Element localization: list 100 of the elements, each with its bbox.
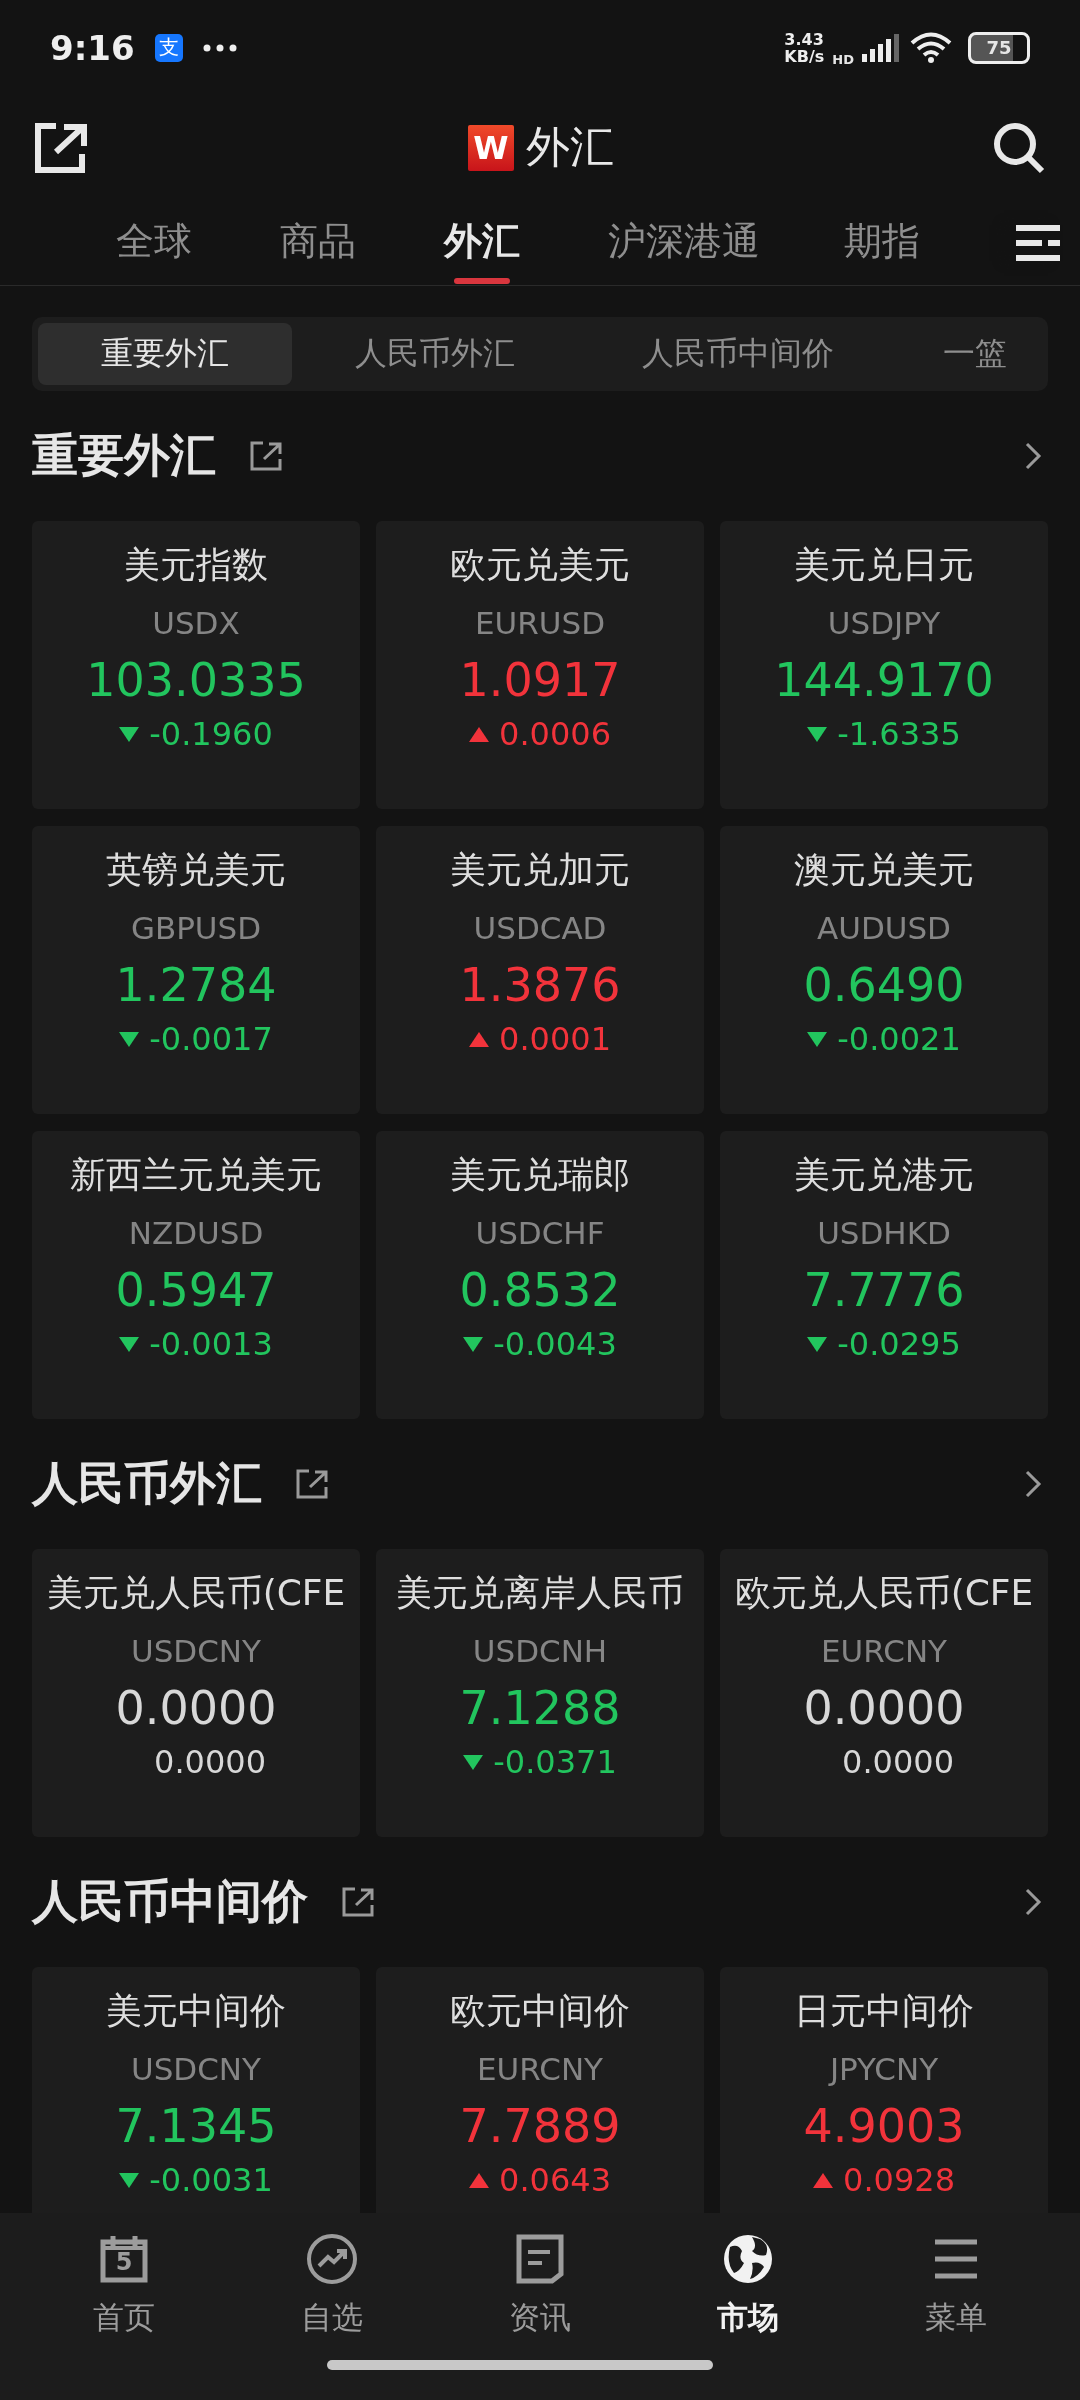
nav-item[interactable]: 菜单 [852,2213,1060,2400]
quote-card[interactable]: 美元兑加元 USDCAD 1.3876 0.0001 [376,826,704,1114]
chevron-right-icon[interactable] [1024,441,1042,471]
change-value: -0.0371 [493,1743,617,1781]
pair-name: 澳元兑美元 [794,848,974,892]
price-value: 144.9170 [774,653,994,707]
pair-name: 美元指数 [124,543,268,587]
quote-card[interactable]: 美元兑离岸人民币 USDCNH 7.1288 -0.0371 [376,1549,704,1837]
price-value: 7.7889 [459,2099,621,2153]
chevron-right-icon[interactable] [1024,1887,1042,1917]
price-value: 4.9003 [803,2099,965,2153]
pair-code: USDCNH [472,1633,608,1669]
down-triangle-icon [807,1336,828,1352]
quote-card[interactable]: 美元指数 USDX 103.0335 -0.1960 [32,521,360,809]
pair-name: 美元兑瑞郎 [450,1153,630,1197]
up-triangle-icon [813,2172,833,2188]
quote-card[interactable]: 英镑兑美元 GBPUSD 1.2784 -0.0017 [32,826,360,1114]
down-triangle-icon [119,2172,140,2188]
price-value: 103.0335 [86,653,306,707]
quote-card[interactable]: 美元中间价 USDCNY 7.1345 -0.0031 [32,1967,360,2213]
change-value: -0.0295 [837,1325,961,1363]
quote-card[interactable]: 美元兑日元 USDJPY 144.9170 -1.6335 [720,521,1048,809]
price-value: 1.2784 [115,958,277,1012]
network-speed-unit: KB/s [784,47,825,65]
category-tab[interactable]: 沪深港通 [608,201,760,284]
price-value: 0.6490 [803,958,965,1012]
pair-code: USDCNY [131,2051,261,2087]
quote-card[interactable]: 日元中间价 JPYCNY 4.9003 0.0928 [720,1967,1048,2213]
nav-item[interactable]: 自选 [228,2213,436,2400]
network-type: HD [832,52,854,67]
nav-item[interactable]: 资讯 [436,2213,644,2400]
pair-code: USDJPY [827,605,941,641]
pair-name: 美元兑港元 [794,1153,974,1197]
pair-name: 美元中间价 [106,1989,286,2033]
pair-code: NZDUSD [128,1215,264,1251]
pair-name: 美元兑加元 [450,848,630,892]
nav-item[interactable]: 市场 [644,2213,852,2400]
segment-tab[interactable]: 一篮 [943,323,1007,385]
price-value: 7.1288 [459,1681,621,1735]
share-icon[interactable] [250,441,282,471]
quote-card[interactable]: 美元兑人民币(CFE USDCNY 0.0000 0.0000 [32,1549,360,1837]
category-tab[interactable]: 商品 [280,201,356,284]
price-value: 1.3876 [459,958,621,1012]
price-value: 1.0917 [459,653,621,707]
quote-card[interactable]: 欧元兑人民币(CFE EURCNY 0.0000 0.0000 [720,1549,1048,1837]
down-triangle-icon [463,1754,484,1770]
up-triangle-icon [469,2172,489,2188]
battery-indicator: 75 [968,31,1030,64]
app-logo: W [468,124,514,171]
search-icon[interactable] [992,120,1046,175]
wifi-icon [910,31,952,64]
change-value: 0.0928 [843,2161,955,2199]
down-triangle-icon [463,1336,484,1352]
pair-name: 日元中间价 [794,1989,974,2033]
price-value: 7.1345 [115,2099,277,2153]
change-value: -1.6335 [837,715,961,753]
section-title: 人民币中间价 [32,1873,308,1930]
down-triangle-icon [119,1031,140,1047]
pair-code: USDCAD [473,910,607,946]
change-value: 0.0643 [499,2161,611,2199]
quote-card[interactable]: 美元兑瑞郎 USDCHF 0.8532 -0.0043 [376,1131,704,1419]
pair-code: AUDUSD [817,910,951,946]
down-triangle-icon [119,726,140,742]
quote-card[interactable]: 欧元中间价 EURCNY 7.7889 0.0643 [376,1967,704,2213]
change-value: -0.0031 [149,2161,273,2199]
change-value: -0.0017 [149,1020,273,1058]
app-notification-icon: 支 [154,33,183,62]
trend-circle-icon [306,2233,358,2285]
menu-icon[interactable] [1016,225,1060,261]
quote-card[interactable]: 澳元兑美元 AUDUSD 0.6490 -0.0021 [720,826,1048,1114]
up-triangle-icon [469,1031,489,1047]
quote-card[interactable]: 美元兑港元 USDHKD 7.7776 -0.0295 [720,1131,1048,1419]
category-tab[interactable]: 期指 [844,201,920,284]
page-title: 外汇 [526,120,614,174]
share-icon[interactable] [296,1469,328,1499]
segment-tab[interactable]: 人民币外汇 [292,323,578,385]
share-icon[interactable] [34,121,90,174]
section-title: 重要外汇 [32,427,216,484]
up-triangle-icon [469,726,489,742]
category-tab[interactable]: 外汇 [444,201,520,284]
quote-card[interactable]: 欧元兑美元 EURUSD 1.0917 0.0006 [376,521,704,809]
quote-card[interactable]: 新西兰元兑美元 NZDUSD 0.5947 -0.0013 [32,1131,360,1419]
pair-name: 英镑兑美元 [106,848,286,892]
pair-code: USDX [152,605,240,641]
change-value: 0.0001 [499,1020,611,1058]
network-speed: 3.43 [784,30,825,48]
pair-name: 美元兑人民币(CFE [46,1571,346,1615]
chevron-right-icon[interactable] [1024,1469,1042,1499]
share-icon[interactable] [342,1887,374,1917]
change-value: 0.0000 [154,1743,266,1781]
signal-icon [862,33,902,62]
section-title: 人民币外汇 [32,1455,262,1512]
nav-item[interactable]: 5 首页 [20,2213,228,2400]
pair-name: 美元兑日元 [794,543,974,587]
segment-tab[interactable]: 重要外汇 [38,323,292,385]
pair-name: 欧元兑美元 [450,543,630,587]
pair-code: JPYCNY [829,2051,939,2087]
price-value: 0.0000 [115,1681,277,1735]
category-tab[interactable]: 全球 [116,201,192,284]
segment-tab[interactable]: 人民币中间价 [578,323,898,385]
